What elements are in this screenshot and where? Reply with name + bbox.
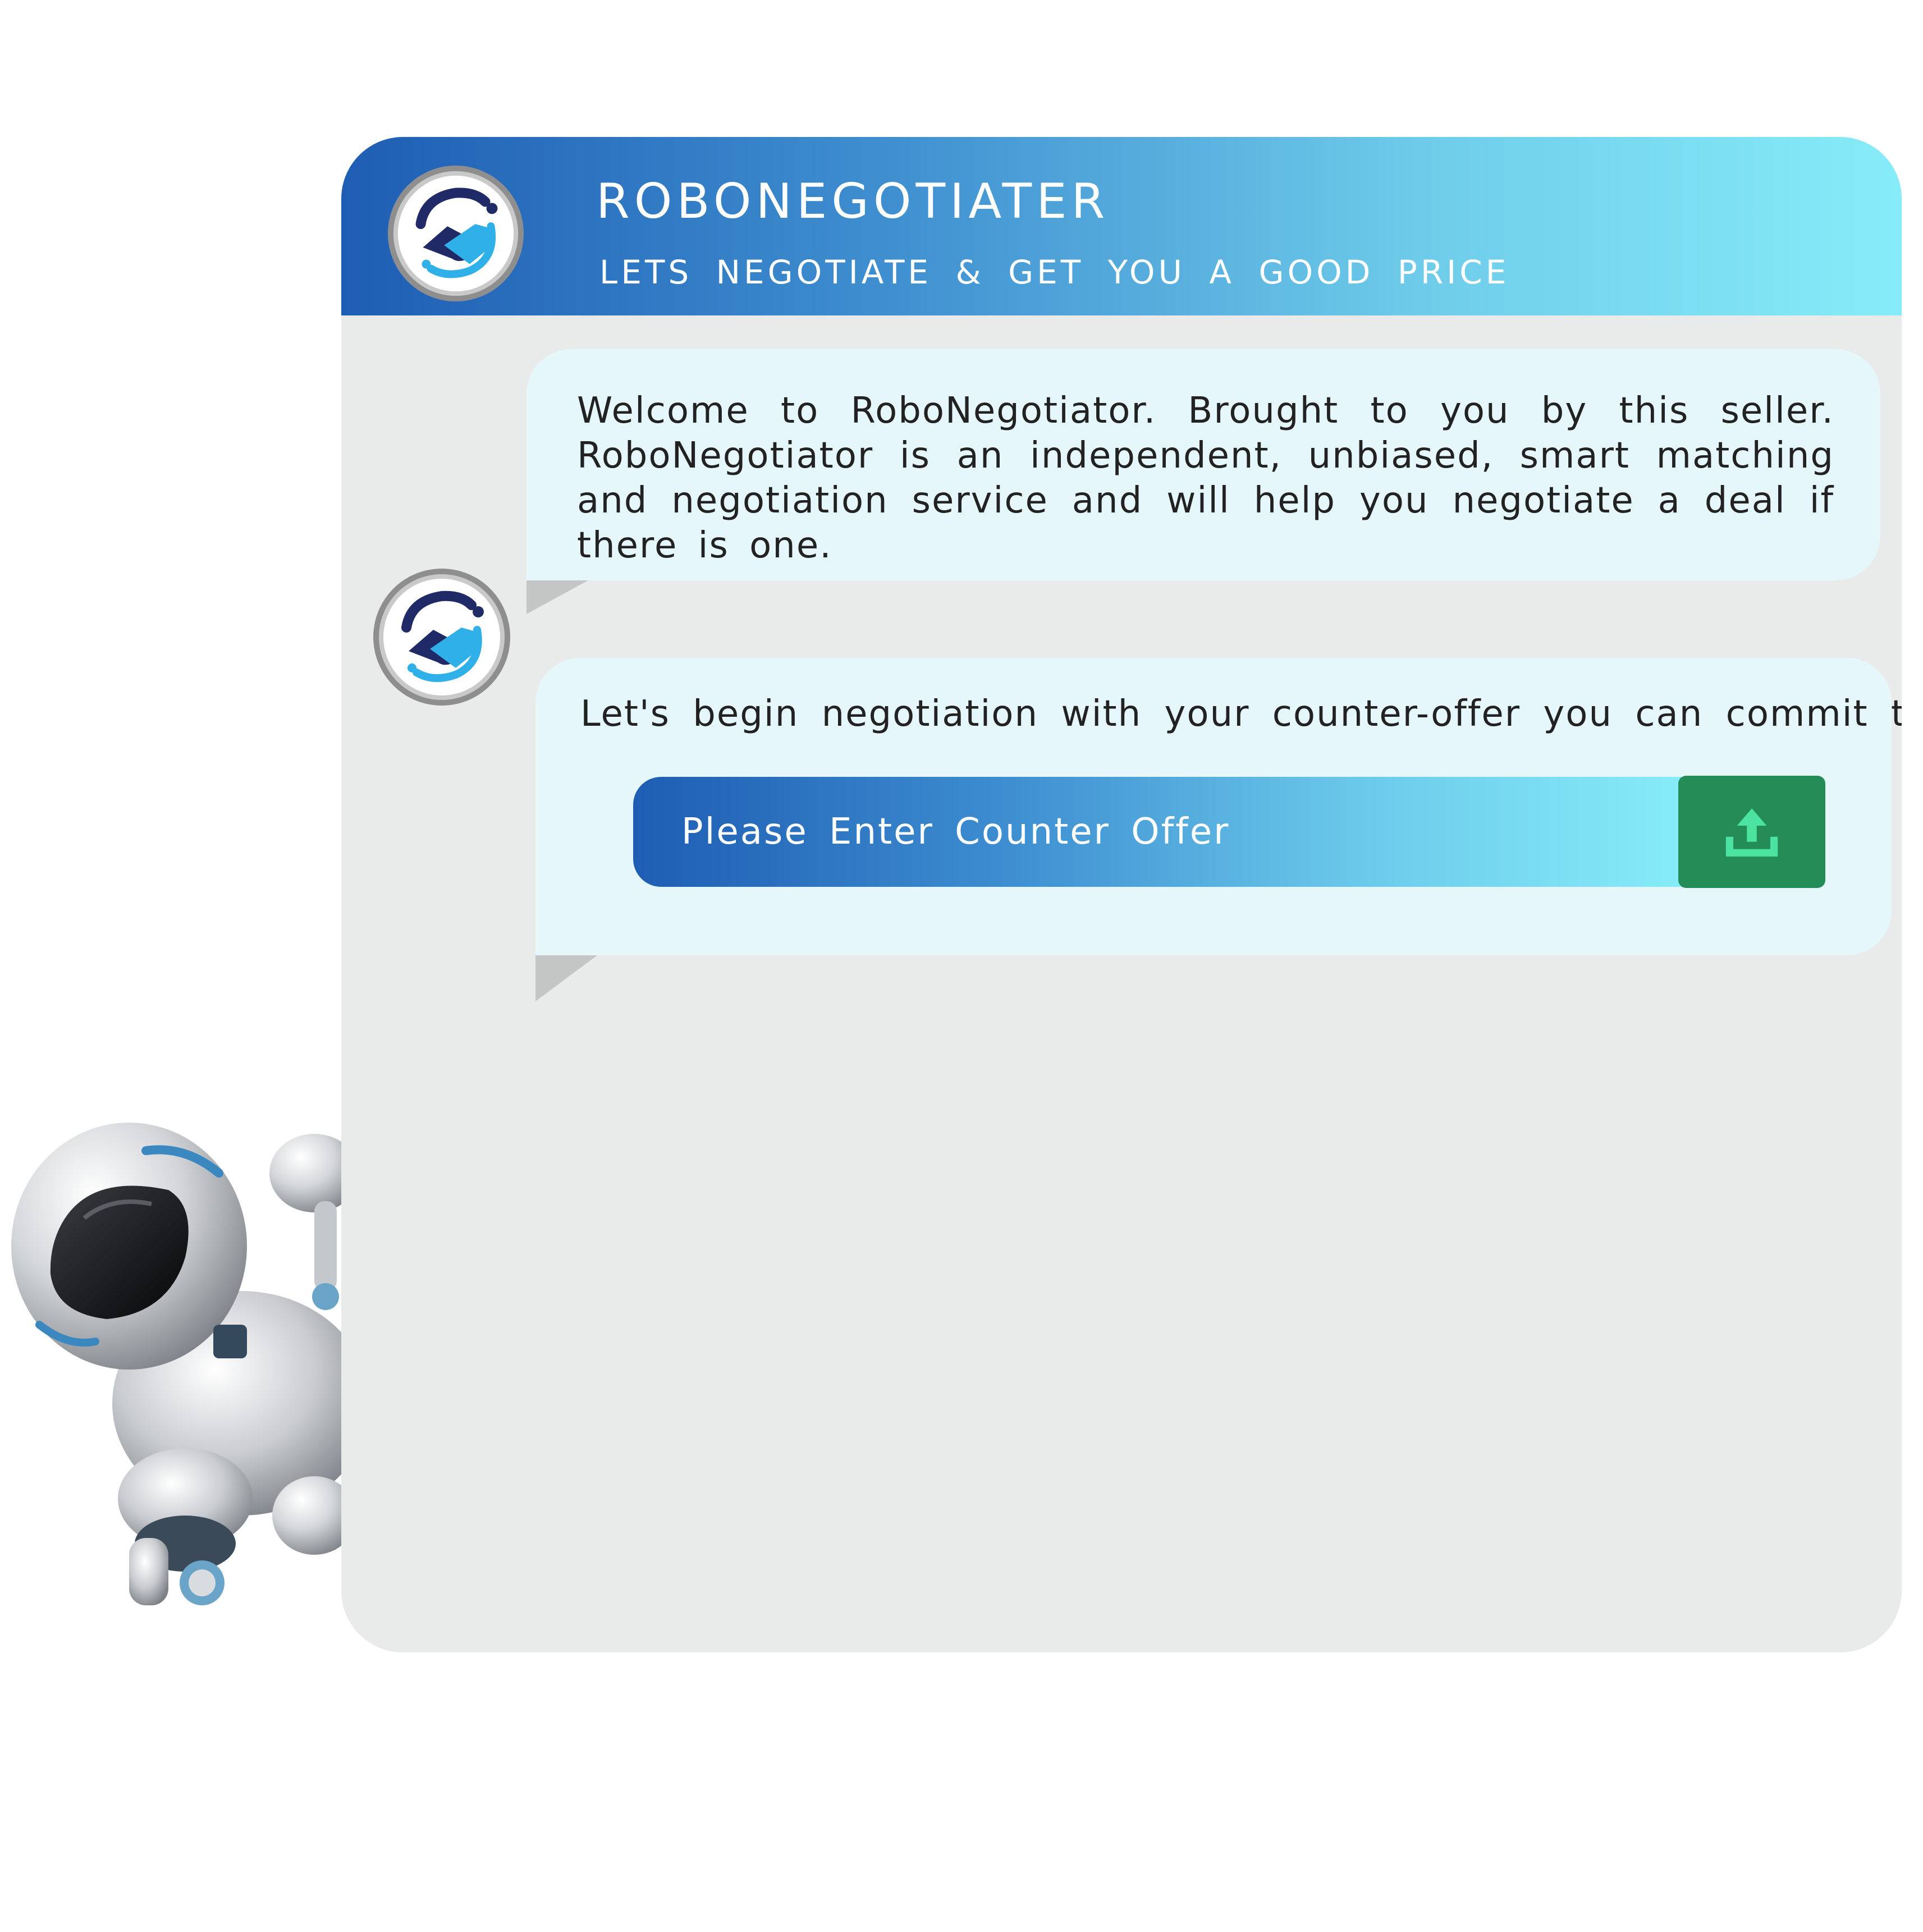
app-tagline: LETS NEGOTIATE & GET YOU A GOOD PRICE — [599, 253, 1510, 291]
bot-message-bubble: Welcome to RoboNegotiator. Brought to yo… — [526, 349, 1880, 614]
bot-avatar-icon — [373, 569, 510, 706]
upload-icon — [1725, 808, 1778, 857]
submit-offer-button[interactable] — [1678, 776, 1825, 888]
chat-header: ROBONEGOTIATER LETS NEGOTIATE & GET YOU … — [341, 137, 1902, 315]
page: ROBONEGOTIATER LETS NEGOTIATE & GET YOU … — [0, 0, 1923, 1932]
bubble-tail — [535, 955, 597, 1001]
welcome-message-text: Welcome to RoboNegotiator. Brought to yo… — [577, 390, 1834, 566]
chat-window: ROBONEGOTIATER LETS NEGOTIATE & GET YOU … — [341, 137, 1902, 1652]
app-title: ROBONEGOTIATER — [596, 173, 1110, 230]
bot-message-bubble: Let's begin negotiation with your counte… — [535, 658, 1902, 1001]
counter-offer-form — [633, 776, 1825, 888]
prompt-message-text: Let's begin negotiation with your counte… — [580, 693, 1902, 735]
counter-offer-input[interactable] — [633, 777, 1688, 887]
bubble-tail — [526, 580, 588, 614]
handshake-logo-icon — [387, 165, 524, 302]
